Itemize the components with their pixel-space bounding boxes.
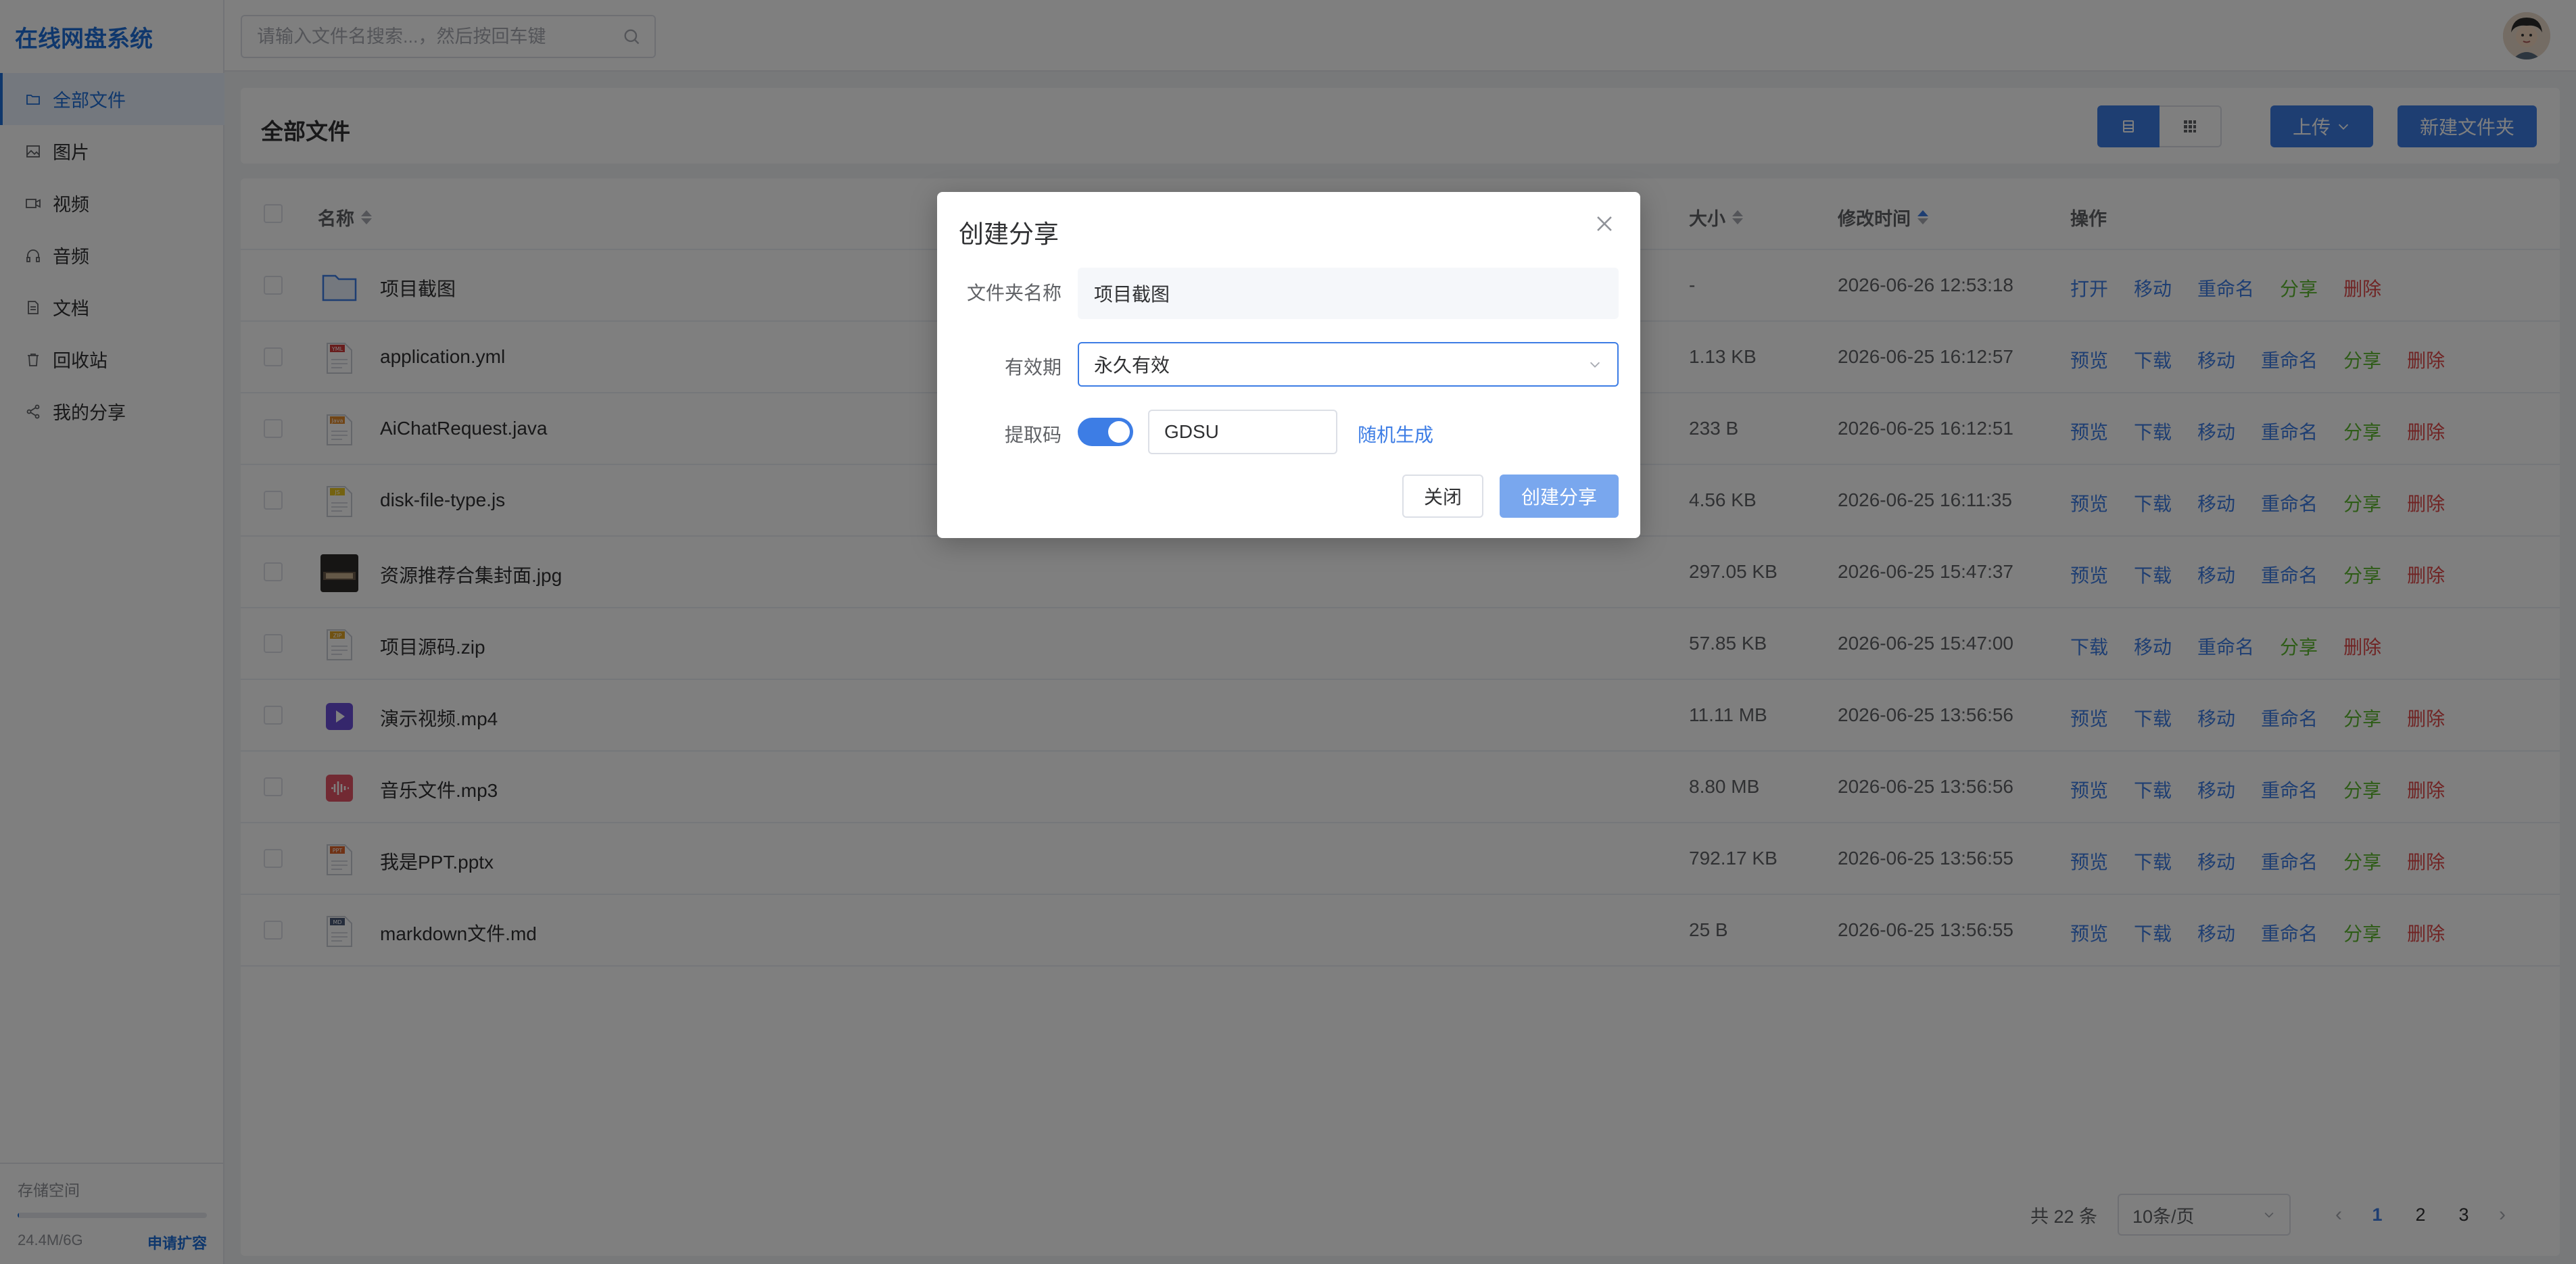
toggle-knob: [1108, 421, 1130, 443]
validity-label: 有效期: [1004, 357, 1062, 378]
create-share-dialog: 创建分享 文件夹名称 项目截图 有效期 永久有效 提取码 随机生成 关闭 创建分…: [937, 192, 1640, 538]
validity-select[interactable]: 永久有效: [1078, 342, 1619, 387]
close-icon[interactable]: [1593, 212, 1616, 235]
code-label: 提取码: [1004, 424, 1062, 445]
folder-name-field: 项目截图: [1078, 268, 1619, 319]
modal-overlay[interactable]: [0, 0, 2576, 1264]
close-button[interactable]: 关闭: [1402, 475, 1483, 518]
extract-code-toggle[interactable]: [1078, 418, 1133, 446]
random-generate-link[interactable]: 随机生成: [1358, 420, 1433, 447]
folder-name-label: 文件夹名称: [966, 283, 1062, 303]
chevron-down-icon: [1590, 362, 1600, 368]
validity-value: 永久有效: [1094, 355, 1170, 376]
extract-code-input[interactable]: [1148, 410, 1337, 454]
dialog-title: 创建分享: [959, 220, 1059, 248]
create-share-button[interactable]: 创建分享: [1500, 475, 1619, 518]
app: 在线网盘系统 全部文件 图片 视频: [0, 0, 2576, 1264]
